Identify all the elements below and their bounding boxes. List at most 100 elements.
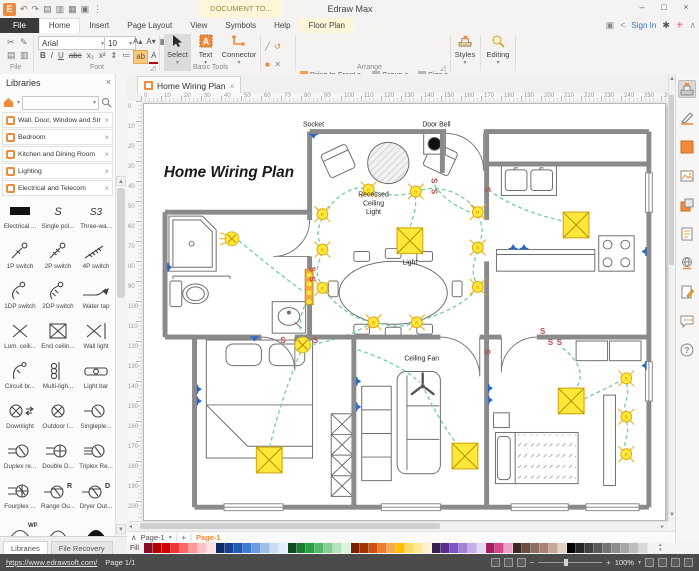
document-tools-context-tab[interactable]: DOCUMENT TO... [200,0,282,18]
search-icon[interactable] [101,97,112,108]
save-icon[interactable]: ▦ [68,3,77,16]
color-swatch[interactable] [495,543,504,553]
document-tab[interactable]: Home Wiring Plan × [137,76,241,94]
symbol-dryer[interactable]: DDryer Out... [78,479,114,510]
symbol-sw2p[interactable]: 2P switch [40,239,76,270]
close-button[interactable]: × [675,0,697,16]
switch-symbol[interactable]: S [430,189,439,194]
color-swatch[interactable] [189,543,198,553]
color-swatch[interactable] [432,543,441,553]
scroll-right-icon[interactable]: ▸ [661,523,664,530]
switch-symbol[interactable]: S [483,187,492,192]
color-swatch[interactable] [369,543,378,553]
symbol-four[interactable]: Fourplex ... [2,479,38,510]
symbol-lum[interactable]: Lum. ceili... [2,319,38,350]
color-swatch[interactable] [585,543,594,553]
library-close-icon[interactable]: × [104,150,109,159]
page-selector[interactable]: Page-1 [141,533,165,542]
fit-width-icon[interactable] [658,558,667,567]
color-swatch[interactable] [360,543,369,553]
font-group-expander[interactable]: ◿ [150,64,155,72]
recessed-light[interactable]: R [470,240,486,256]
zoom-slider-knob[interactable] [564,559,568,566]
symbol-outdoor[interactable]: Outdoor l... [40,399,76,430]
pen-icon[interactable] [678,109,696,127]
symbol-archdark[interactable] [78,519,114,536]
library-item-bedroom[interactable]: Bedroom× [2,129,113,145]
symbol-wp[interactable]: WP [2,519,38,536]
nightstand[interactable] [494,413,510,428]
recessed-light[interactable]: R [618,446,634,462]
hall-lamp[interactable] [295,337,311,353]
round-table[interactable] [368,142,409,183]
color-swatch[interactable] [648,543,657,553]
tall-unit[interactable] [604,395,616,485]
ceiling-light-square[interactable] [452,443,478,469]
line-icon[interactable]: ╱ [265,42,270,51]
tab-file[interactable]: File [0,18,39,33]
library-close-icon[interactable]: × [104,116,109,125]
print-icon[interactable]: ▣ [81,3,90,16]
zoom-out-icon[interactable]: − [530,558,534,567]
color-swatch[interactable] [414,543,423,553]
ceiling-fan-label[interactable]: Ceiling Fan [404,356,439,363]
vertical-scroll-thumb[interactable] [669,95,674,265]
recessed-label-1[interactable]: Recessed [358,191,389,198]
plan-title[interactable]: Home Wiring Plan [164,164,294,181]
color-swatch[interactable] [531,543,540,553]
color-swatch[interactable] [567,543,576,553]
symbol-sw1p[interactable]: 1P switch [2,239,38,270]
share-globe-icon[interactable] [678,254,696,272]
floor-plan[interactable]: RRRRRRRRRRRRR SSSSSSSSSSS Home Wiring Pl… [144,104,665,520]
new-file-icon[interactable]: ▤ [43,3,52,16]
symbol-encl[interactable]: Encl ceilin... [40,319,76,350]
color-swatch[interactable] [441,543,450,553]
font-name-select[interactable]: Arial▾ [38,36,108,50]
normal-view-icon[interactable] [491,558,500,567]
rect-icon[interactable]: ■ [265,60,270,69]
fullscreen-icon[interactable] [684,558,693,567]
undo-icon[interactable]: ↶ [20,3,28,16]
color-swatch[interactable] [216,543,225,553]
color-swatch[interactable] [639,543,648,553]
door-bell-label[interactable]: Door Bell [422,122,451,129]
symbol-duplex[interactable]: Duplex re... [2,439,38,470]
color-swatch[interactable] [486,543,495,553]
switch-symbol[interactable]: S [540,327,545,336]
share-icon[interactable]: < [620,20,625,30]
library-search-input[interactable]: ▾ [22,96,99,110]
recessed-light[interactable]: R [470,279,486,295]
color-swatch[interactable] [477,543,486,553]
library-close-icon[interactable]: × [104,133,109,142]
font-style-button-ab[interactable]: ab [133,50,148,64]
color-swatch[interactable] [153,543,162,553]
zoom-in-icon[interactable]: + [606,558,610,567]
library-close-icon[interactable]: × [104,184,109,193]
color-swatch[interactable] [306,543,315,553]
wardrobe[interactable] [331,414,353,497]
add-page-button[interactable]: + [182,533,186,542]
library-item-electrical-and-telecom[interactable]: Electrical and Telecom× [2,180,113,196]
theme-icon[interactable] [678,80,696,98]
symbol-down[interactable]: Downlight [2,399,38,430]
switch-symbol[interactable]: S [308,276,317,281]
tab-page-layout[interactable]: Page Layout [118,18,181,33]
color-swatch[interactable] [270,543,279,553]
color-swatch[interactable] [144,543,153,553]
library-close-icon[interactable]: × [104,167,109,176]
arrange-group-expander[interactable]: ◿ [440,64,445,72]
ceiling-light-square[interactable] [397,228,423,254]
symbol-s3[interactable]: S3Three-wa... [78,199,114,230]
symbol-sw1dp[interactable]: 1DP switch [2,279,38,310]
open-file-icon[interactable]: ▥ [56,3,65,16]
font-button[interactable]: A▴ [131,36,144,48]
recessed-light[interactable]: R [366,314,382,330]
cut-icon[interactable]: ✂ [7,36,15,49]
edit-doc-icon[interactable] [678,283,696,301]
tab-floor-plan[interactable]: Floor Plan [300,18,354,33]
panel-scroll-up-icon[interactable]: ▲ [116,176,126,186]
recessed-light[interactable]: R [315,280,331,296]
color-swatch[interactable] [333,543,342,553]
switch-symbol[interactable]: S [557,338,562,347]
color-swatch[interactable] [405,543,414,553]
